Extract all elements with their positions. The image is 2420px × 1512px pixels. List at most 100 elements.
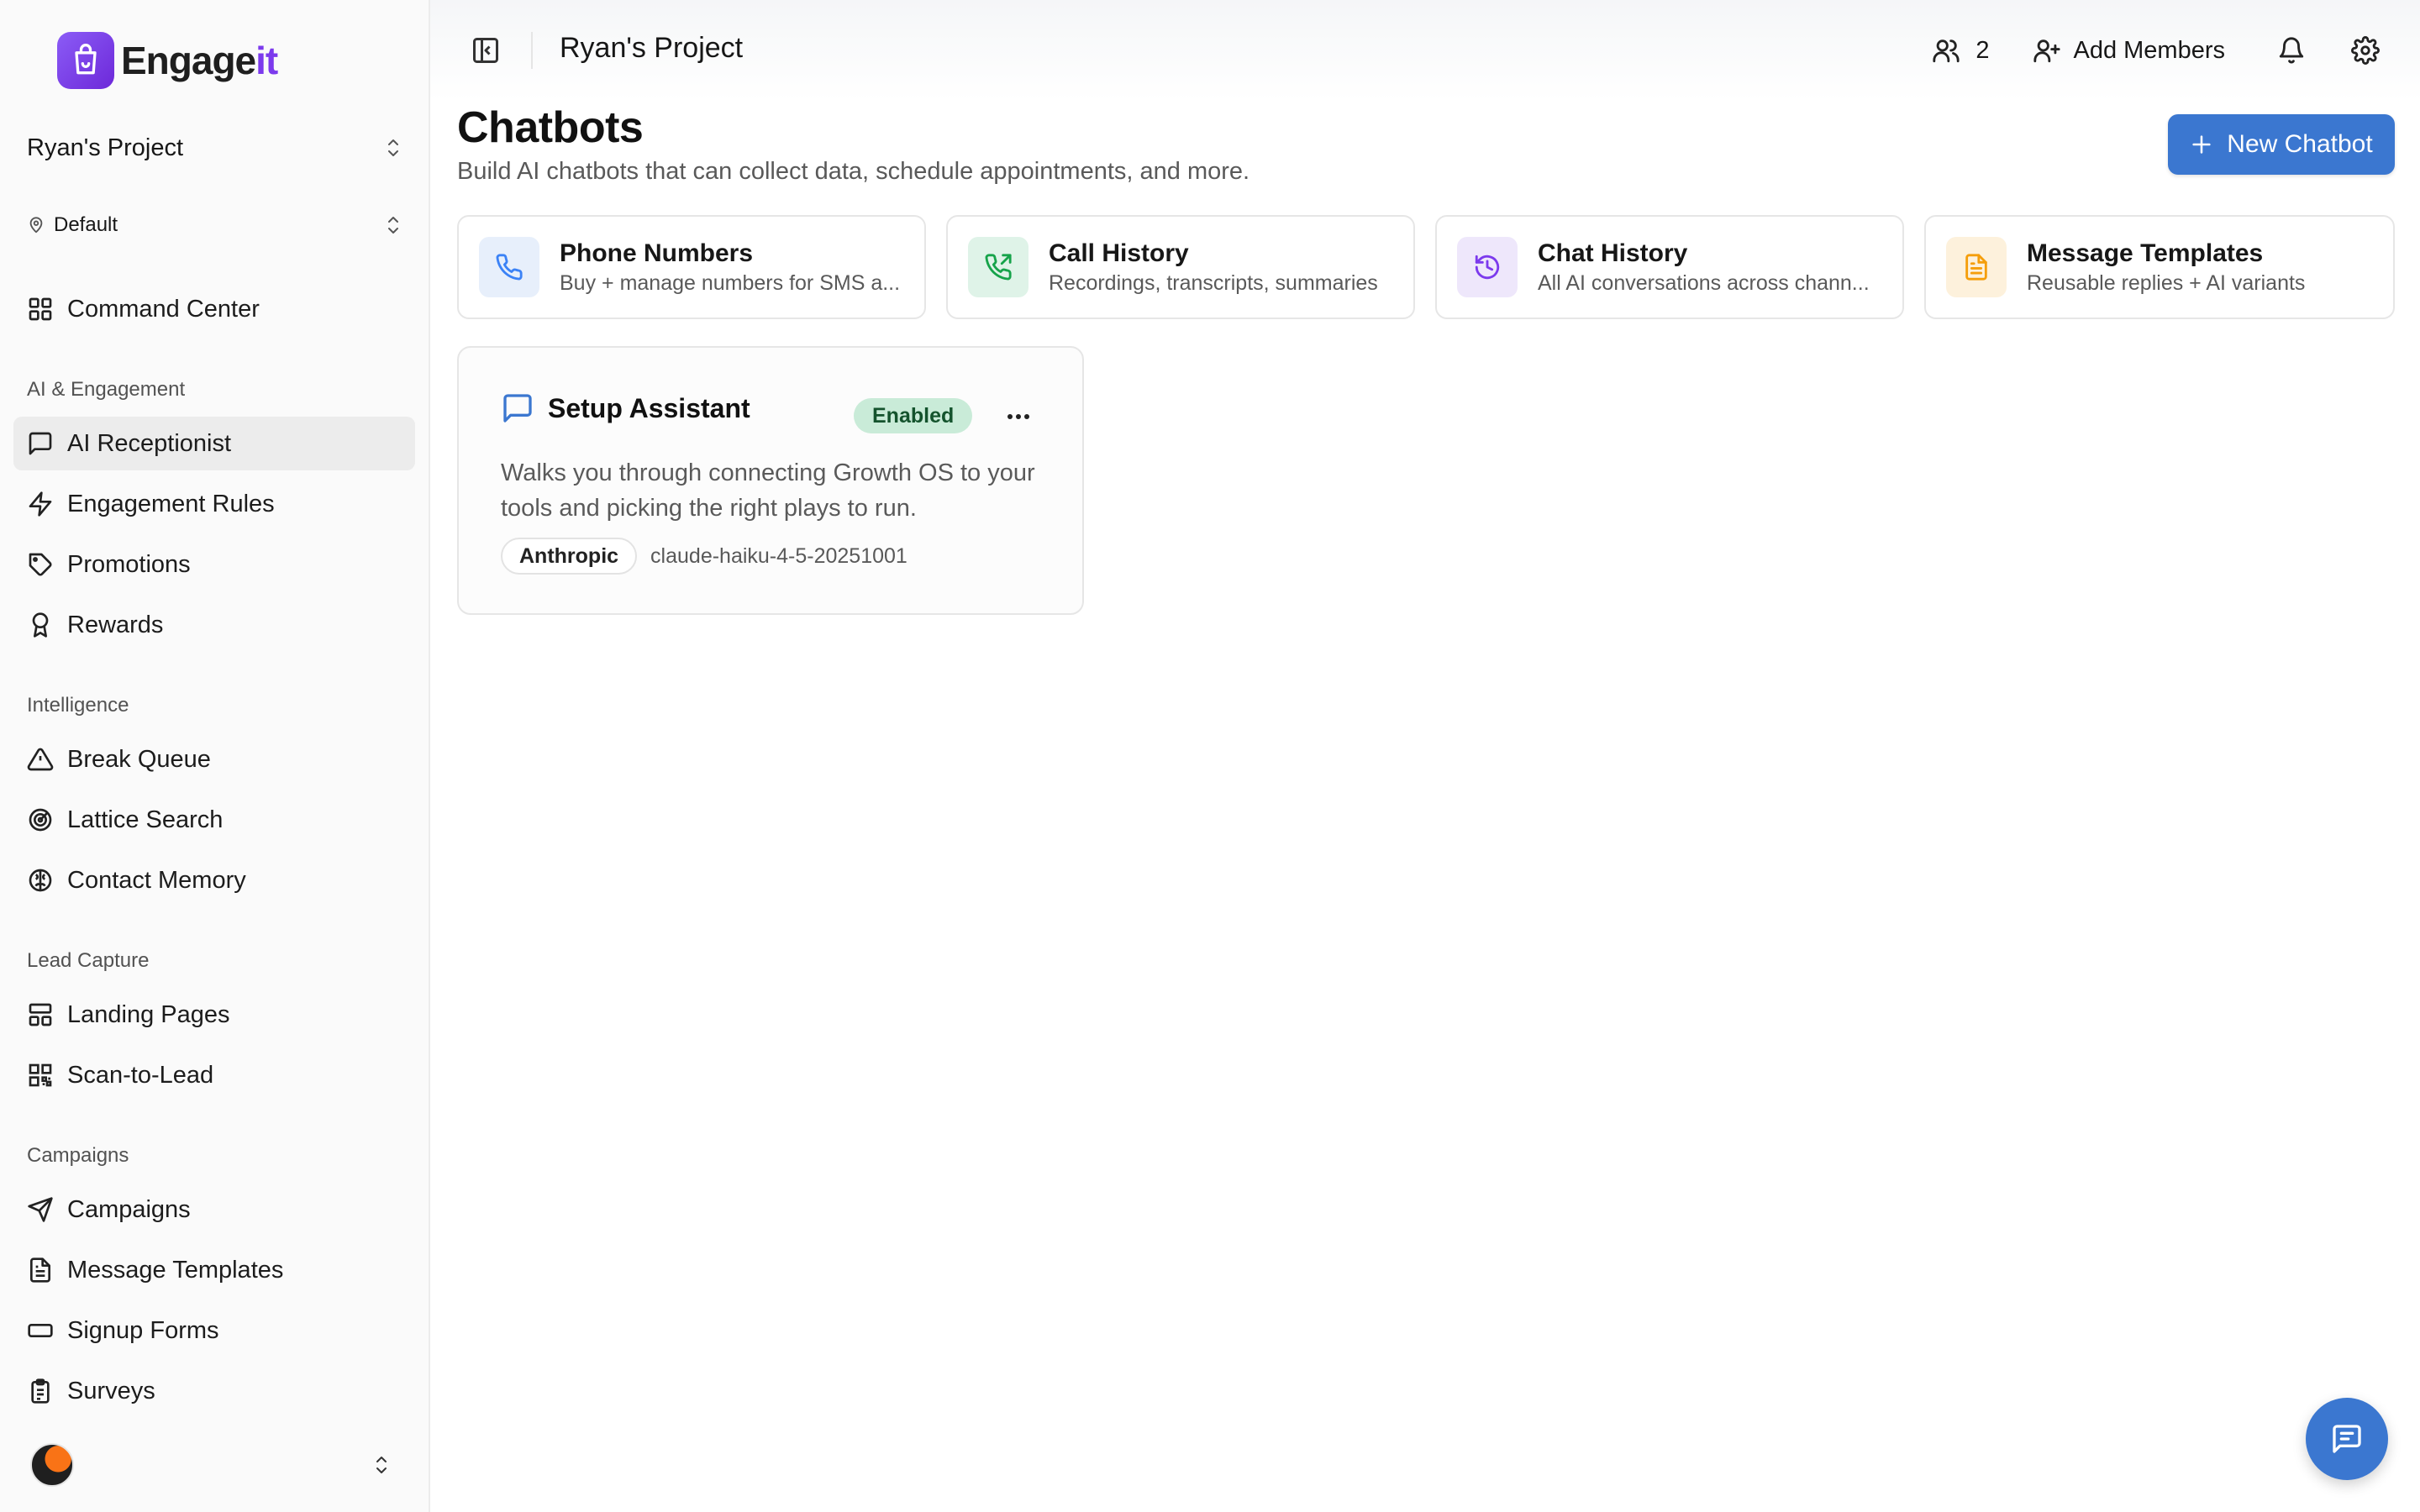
sidebar-item-label: Campaigns [67, 1195, 191, 1223]
chevrons-up-down-icon [376, 1457, 387, 1473]
sidebar-item-label: Landing Pages [67, 1000, 230, 1028]
sidebar-item-lattice-search[interactable]: Lattice Search [13, 793, 415, 847]
quick-card-description: Reusable replies + AI variants [2027, 270, 2306, 295]
layout-grid-icon [29, 297, 52, 321]
message-square-text-icon [2333, 1425, 2361, 1453]
sidebar-item-ai-receptionist[interactable]: AI Receptionist [13, 417, 415, 470]
user-menu[interactable] [30, 1441, 392, 1488]
alert-triangle-icon [27, 748, 54, 771]
sidebar: Engageit Ryan's Project Default Command … [0, 0, 430, 1512]
add-members-button[interactable]: Add Members [2033, 36, 2225, 65]
provider-tag: Anthropic [501, 538, 638, 575]
project-title: Ryan's Project [560, 32, 744, 64]
send-icon [28, 1197, 53, 1222]
sidebar-item-label: Command Center [67, 295, 260, 323]
members-count: 2 [1975, 36, 1990, 64]
quick-card-call-history[interactable]: Call History Recordings, transcripts, su… [946, 215, 1415, 319]
model-name: claude-haiku-4-5-20251001 [650, 543, 908, 568]
new-chatbot-button[interactable]: New Chatbot [2168, 114, 2395, 175]
divider [531, 32, 533, 69]
bell-icon [2279, 37, 2304, 64]
message-square-icon [29, 432, 52, 455]
sidebar-item-break-queue[interactable]: Break Queue [13, 732, 415, 786]
shopping-bag-logo-icon [57, 32, 114, 89]
award-icon [32, 612, 49, 638]
sidebar-item-label: Message Templates [67, 1256, 284, 1284]
qr-code-icon [29, 1063, 52, 1087]
brain-icon [29, 869, 52, 892]
page-subtitle: Build AI chatbots that can collect data,… [457, 158, 1250, 185]
radar-icon [29, 808, 52, 832]
tag-icon [29, 553, 52, 576]
project-selector-label: Ryan's Project [27, 134, 184, 161]
quick-card-message-templates[interactable]: Message Templates Reusable replies + AI … [1924, 215, 2395, 319]
brand-name: Engageit [121, 39, 278, 82]
plus-icon [2192, 135, 2211, 154]
quick-card-description: Recordings, transcripts, summaries [1049, 270, 1378, 295]
quick-card-title: Phone Numbers [560, 239, 754, 267]
settings-button[interactable] [2351, 36, 2380, 65]
chatbot-more-button[interactable] [1000, 398, 1037, 435]
sidebar-item-label: Rewards [67, 611, 164, 638]
chevrons-up-down-icon [388, 139, 398, 156]
chatbot-card[interactable]: Setup Assistant Enabled Walks you throug… [457, 346, 1084, 615]
notifications-button[interactable] [2277, 36, 2306, 65]
quick-card-description: Buy + manage numbers for SMS a... [560, 270, 901, 295]
quick-card-title: Message Templates [2027, 239, 2264, 267]
clipboard-list-icon [31, 1378, 50, 1404]
sidebar-item-engagement-rules[interactable]: Engagement Rules [13, 477, 415, 531]
members-count-button[interactable]: 2 [1932, 36, 1989, 65]
sidebar-item-message-templates[interactable]: Message Templates [13, 1243, 415, 1297]
sidebar-item-command-center[interactable]: Command Center [13, 282, 415, 336]
phone-outgoing-icon [968, 237, 1028, 297]
chevrons-up-down-icon [388, 217, 398, 234]
section-label-ai-engagement: AI & Engagement [27, 378, 186, 401]
quick-card-chat-history[interactable]: Chat History All AI conversations across… [1435, 215, 1904, 319]
message-square-icon [503, 394, 532, 423]
sidebar-item-campaigns[interactable]: Campaigns [13, 1183, 415, 1236]
sidebar-item-surveys[interactable]: Surveys [13, 1364, 415, 1418]
quick-card-description: All AI conversations across chann... [1538, 270, 1870, 295]
sidebar-item-scan-to-lead[interactable]: Scan-to-Lead [13, 1048, 415, 1102]
sidebar-item-rewards[interactable]: Rewards [13, 598, 415, 652]
section-label-intelligence: Intelligence [27, 694, 129, 717]
document-icon [1946, 237, 2007, 297]
quick-card-title: Call History [1049, 239, 1189, 267]
sidebar-item-landing-pages[interactable]: Landing Pages [13, 988, 415, 1042]
sidebar-item-contact-memory[interactable]: Contact Memory [13, 853, 415, 907]
add-members-label: Add Members [2073, 36, 2225, 64]
sidebar-item-label: Scan-to-Lead [67, 1061, 214, 1089]
file-text-icon [30, 1257, 50, 1283]
sidebar-item-label: Promotions [67, 550, 191, 578]
more-horizontal-icon [1007, 414, 1029, 419]
zap-icon [29, 491, 52, 517]
section-label-lead-capture: Lead Capture [27, 949, 150, 972]
map-pin-icon [29, 217, 43, 234]
layout-icon [29, 1003, 52, 1026]
sidebar-toggle-icon[interactable] [471, 35, 501, 66]
brand-logo[interactable]: Engageit [57, 32, 278, 89]
status-badge: Enabled [854, 398, 973, 433]
section-label-campaigns: Campaigns [27, 1144, 129, 1167]
sidebar-item-signup-forms[interactable]: Signup Forms [13, 1304, 415, 1357]
project-selector[interactable]: Ryan's Project [27, 129, 403, 166]
environment-selector-label: Default [54, 213, 118, 236]
new-chatbot-label: New Chatbot [2227, 130, 2373, 158]
form-input-icon [28, 1324, 53, 1337]
history-icon [1457, 237, 1518, 297]
environment-selector[interactable]: Default [27, 208, 403, 242]
sidebar-item-label: Break Queue [67, 745, 211, 773]
sidebar-item-promotions[interactable]: Promotions [13, 538, 415, 591]
phone-icon [479, 237, 539, 297]
sidebar-item-label: Contact Memory [67, 866, 246, 894]
gear-icon [2351, 36, 2380, 65]
user-plus-icon [2033, 39, 2061, 63]
page-title: Chatbots [457, 103, 644, 152]
sidebar-item-label: Surveys [67, 1377, 155, 1404]
top-bar: Ryan's Project 2 Add Members [430, 0, 2420, 101]
sidebar-item-label: Engagement Rules [67, 490, 275, 517]
quick-card-phone-numbers[interactable]: Phone Numbers Buy + manage numbers for S… [457, 215, 926, 319]
sidebar-item-label: Lattice Search [67, 806, 224, 833]
chatbot-description: Walks you through connecting Growth OS t… [501, 459, 1035, 522]
support-chat-button[interactable] [2306, 1398, 2388, 1480]
